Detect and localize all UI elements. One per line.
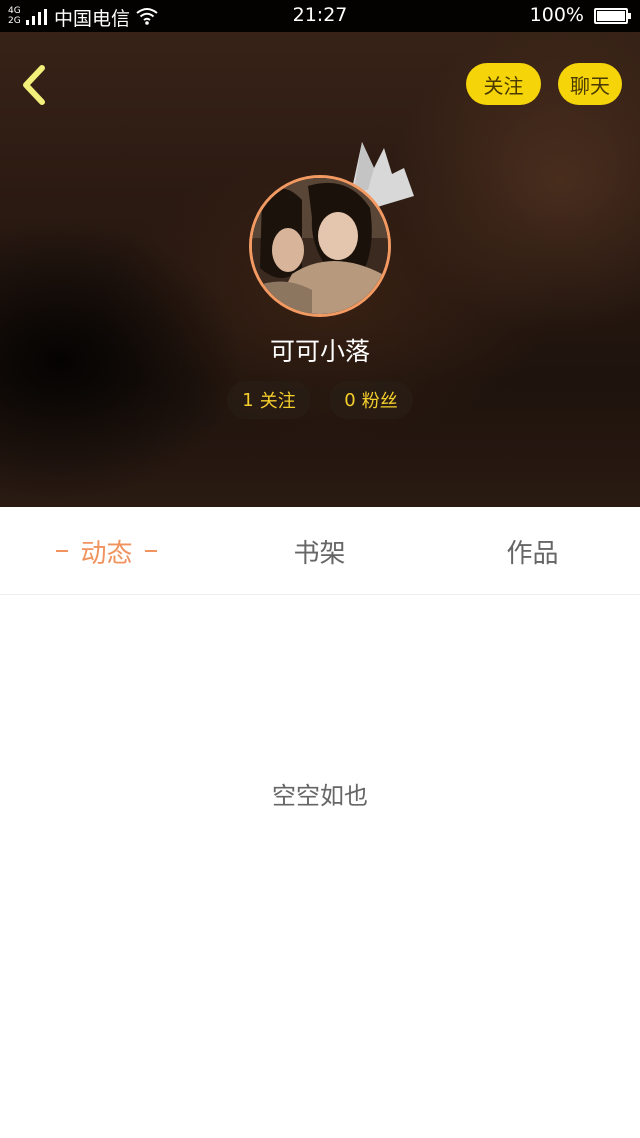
tab-works-label: 作品 <box>506 538 559 569</box>
avatar[interactable] <box>249 175 391 317</box>
fans-count-chip[interactable]: 0 粉丝 <box>329 381 413 419</box>
status-bar: 4G 2G 中国电信 21:27 100% <box>0 0 640 32</box>
follow-button[interactable]: 关注 <box>466 63 541 105</box>
username: 可可小落 <box>269 337 370 366</box>
fans-label: 粉丝 <box>361 391 398 412</box>
tab-works[interactable]: 作品 <box>426 507 639 595</box>
tab-activity[interactable]: 动态 <box>0 507 213 595</box>
battery-percentage: 100% <box>529 4 584 26</box>
tab-activity-label: 动态 <box>80 538 133 569</box>
tab-indicator-left <box>56 550 69 552</box>
following-count-chip[interactable]: 1 关注 <box>227 381 311 419</box>
following-label: 关注 <box>259 391 296 412</box>
battery-icon <box>594 8 631 24</box>
tab-bookshelf[interactable]: 书架 <box>213 507 426 595</box>
chevron-left-icon <box>23 65 45 105</box>
empty-state-message: 空空如也 <box>272 782 368 810</box>
back-button[interactable] <box>14 60 58 110</box>
tab-indicator-right <box>144 550 157 552</box>
profile-tabs: 动态 书架 作品 <box>0 507 640 595</box>
profile-page: 4G 2G 中国电信 21:27 100% 关注 聊天 可可小落 1 关注 0 … <box>0 0 640 1138</box>
tab-bookshelf-label: 书架 <box>293 538 346 569</box>
avatar-photo <box>252 178 388 314</box>
following-count: 1 <box>242 389 254 411</box>
chat-button[interactable]: 聊天 <box>558 63 622 105</box>
fans-count: 0 <box>344 389 356 411</box>
